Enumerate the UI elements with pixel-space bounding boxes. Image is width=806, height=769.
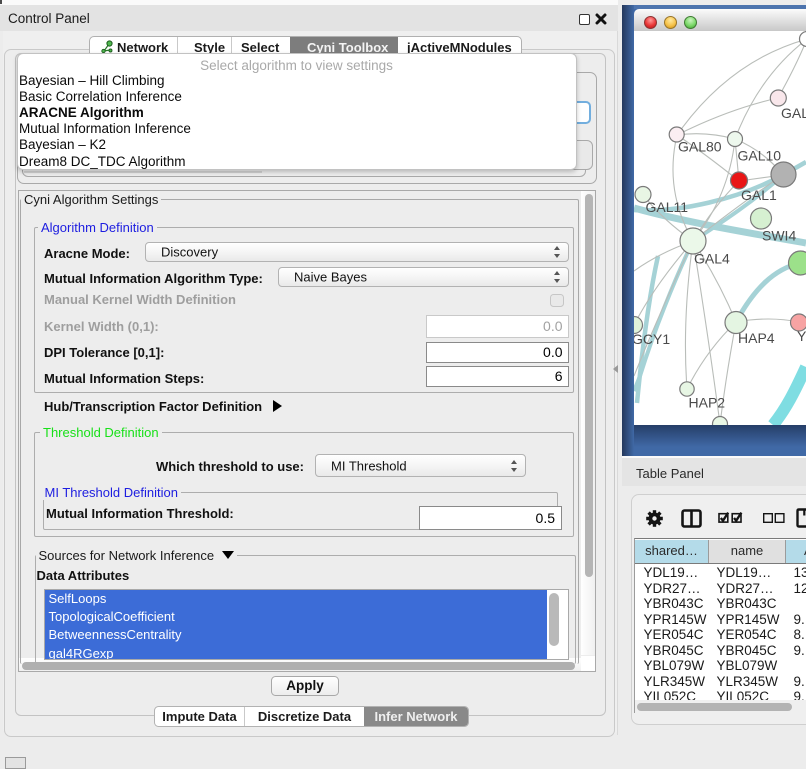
svg-text:GAL1: GAL1 bbox=[741, 187, 777, 203]
svg-text:GAL11: GAL11 bbox=[646, 199, 689, 215]
svg-text:GCY1: GCY1 bbox=[634, 331, 670, 347]
svg-text:GAL80: GAL80 bbox=[678, 139, 722, 155]
svg-text:HAP2: HAP2 bbox=[689, 395, 726, 411]
svg-text:SWI4: SWI4 bbox=[762, 228, 796, 244]
svg-text:GAL4: GAL4 bbox=[694, 251, 730, 267]
svg-text:HAP4: HAP4 bbox=[738, 330, 775, 346]
svg-text:GAL10: GAL10 bbox=[738, 148, 782, 164]
svg-text:GAL7: GAL7 bbox=[781, 105, 806, 121]
svg-text:Y: Y bbox=[797, 328, 806, 344]
